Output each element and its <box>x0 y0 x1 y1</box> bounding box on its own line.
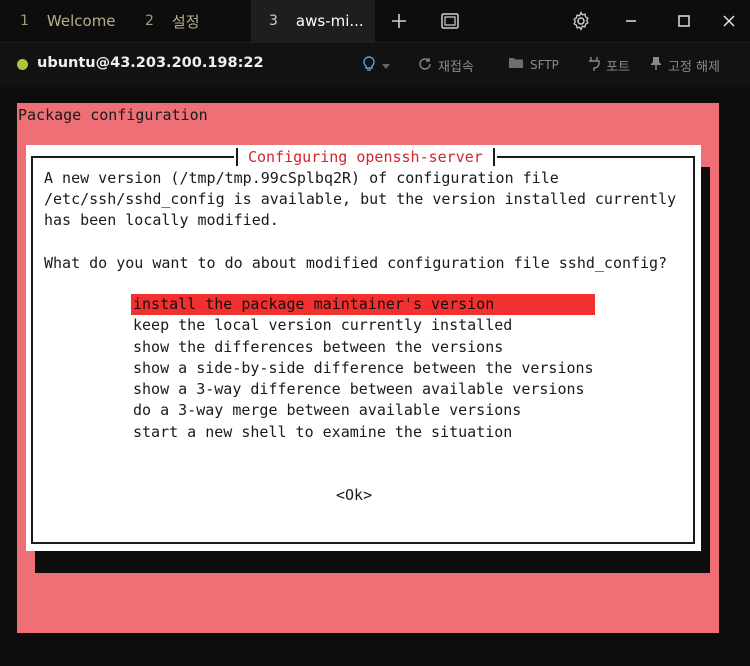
tab-number: 2 <box>145 13 154 29</box>
sftp-label: SFTP <box>530 57 559 72</box>
tab-number: 3 <box>269 13 278 29</box>
option-list: install the package maintainer's version… <box>131 294 595 443</box>
tab-aws-session[interactable]: 3 aws-mi... <box>251 0 375 42</box>
host-label: ubuntu@43.203.200.198:22 <box>37 55 264 71</box>
port-button[interactable]: 포트 <box>588 56 630 75</box>
unpin-label: 고정 해제 <box>668 60 720 75</box>
tab-label: Welcome <box>46 12 116 30</box>
lightbulb-icon <box>362 56 376 76</box>
port-label: 포트 <box>606 60 630 75</box>
package-config-title: Package configuration <box>18 106 208 124</box>
title-bar: 1 Welcome 2 설정 3 aws-mi... <box>0 0 750 43</box>
connection-bar: ubuntu@43.203.200.198:22 재접속 SFTP 포트 고정 … <box>0 43 750 87</box>
maximize-icon[interactable] <box>673 10 695 32</box>
option-3-way-diff[interactable]: show a 3-way difference between availabl… <box>131 379 595 400</box>
terminal-view[interactable]: Package configuration Configuring openss… <box>0 87 750 666</box>
tab-settings[interactable]: 2 설정 <box>128 0 246 42</box>
dialog-title-box: Configuring openssh-server <box>234 147 497 167</box>
hint-toggle[interactable] <box>362 56 390 76</box>
dialog-title: Configuring openssh-server <box>248 148 483 166</box>
gear-icon[interactable] <box>570 10 592 32</box>
unpin-button[interactable]: 고정 해제 <box>650 56 720 75</box>
option-start-shell[interactable]: start a new shell to examine the situati… <box>131 422 595 443</box>
dialog-message-line: has been locally modified. <box>44 211 279 229</box>
reconnect-button[interactable]: 재접속 <box>418 56 474 75</box>
tab-label: 설정 <box>171 12 200 31</box>
dialog-message-line: A new version (/tmp/tmp.99cSplbq2R) of c… <box>44 169 559 187</box>
plug-icon <box>588 56 600 75</box>
folder-icon <box>508 56 524 73</box>
option-side-by-side-diff[interactable]: show a side-by-side difference between t… <box>131 358 595 379</box>
connection-status-indicator <box>17 59 28 70</box>
new-tab-plus-icon[interactable] <box>388 10 410 32</box>
chevron-down-icon <box>382 59 390 74</box>
dialog-message-line: /etc/ssh/sshd_config is available, but t… <box>44 190 677 208</box>
reconnect-label: 재접속 <box>438 60 474 75</box>
option-show-differences[interactable]: show the differences between the version… <box>131 337 595 358</box>
option-install-maintainer-version[interactable]: install the package maintainer's version <box>131 294 595 316</box>
tab-welcome[interactable]: 1 Welcome <box>0 0 128 42</box>
window-layout-icon[interactable] <box>439 10 461 32</box>
option-keep-local-version[interactable]: keep the local version currently install… <box>131 315 595 336</box>
sftp-button[interactable]: SFTP <box>508 56 559 73</box>
dialog-question: What do you want to do about modified co… <box>44 254 668 272</box>
tab-label: aws-mi... <box>295 12 364 30</box>
tab-number: 1 <box>20 13 29 29</box>
option-3-way-merge[interactable]: do a 3-way merge between available versi… <box>131 400 595 421</box>
refresh-icon <box>418 57 432 75</box>
config-dialog: Configuring openssh-server A new version… <box>26 145 701 551</box>
ok-button[interactable]: <Ok> <box>336 486 372 504</box>
minimize-icon[interactable] <box>620 10 642 32</box>
title-bracket-right <box>492 148 495 166</box>
close-icon[interactable] <box>718 10 740 32</box>
pin-icon <box>650 56 662 75</box>
